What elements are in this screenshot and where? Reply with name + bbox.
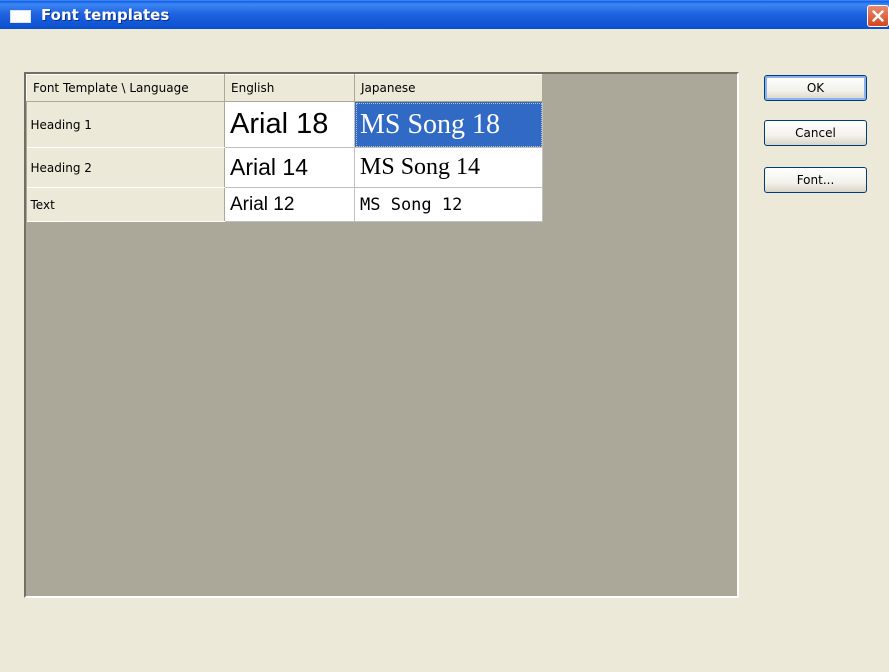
font-button[interactable]: Font... bbox=[764, 167, 867, 193]
row-header-text[interactable]: Text bbox=[26, 187, 225, 222]
close-icon bbox=[872, 10, 884, 22]
cell-heading-1-english[interactable]: Arial 18 bbox=[224, 101, 355, 148]
table-row: Text Arial 12 MS Song 12 bbox=[26, 187, 543, 222]
window-border bbox=[0, 29, 7, 672]
column-header-template-language[interactable]: Font Template \ Language bbox=[26, 74, 225, 102]
row-header-heading-2[interactable]: Heading 2 bbox=[26, 147, 225, 188]
table-row: Heading 2 Arial 14 MS Song 14 bbox=[26, 147, 543, 188]
close-button[interactable] bbox=[867, 5, 889, 27]
cell-text-english[interactable]: Arial 12 bbox=[224, 187, 355, 222]
ok-button[interactable]: OK bbox=[764, 75, 867, 101]
window-title: Font templates bbox=[41, 6, 170, 24]
font-template-grid[interactable]: Font Template \ Language English Japanes… bbox=[24, 72, 739, 598]
title-bar[interactable]: Font templates bbox=[0, 0, 889, 29]
grid-table: Font Template \ Language English Japanes… bbox=[26, 74, 543, 222]
cell-text-japanese[interactable]: MS Song 12 bbox=[354, 187, 543, 222]
column-header-japanese[interactable]: Japanese bbox=[354, 74, 543, 102]
cancel-button[interactable]: Cancel bbox=[764, 120, 867, 146]
row-header-heading-1[interactable]: Heading 1 bbox=[26, 101, 225, 148]
cell-heading-2-english[interactable]: Arial 14 bbox=[224, 147, 355, 188]
table-row: Heading 1 Arial 18 MS Song 18 bbox=[26, 101, 543, 148]
cell-heading-2-japanese[interactable]: MS Song 14 bbox=[354, 147, 543, 188]
cell-heading-1-japanese[interactable]: MS Song 18 bbox=[354, 101, 543, 148]
column-header-english[interactable]: English bbox=[224, 74, 355, 102]
window-icon bbox=[10, 10, 31, 23]
header-row: Font Template \ Language English Japanes… bbox=[26, 74, 543, 102]
